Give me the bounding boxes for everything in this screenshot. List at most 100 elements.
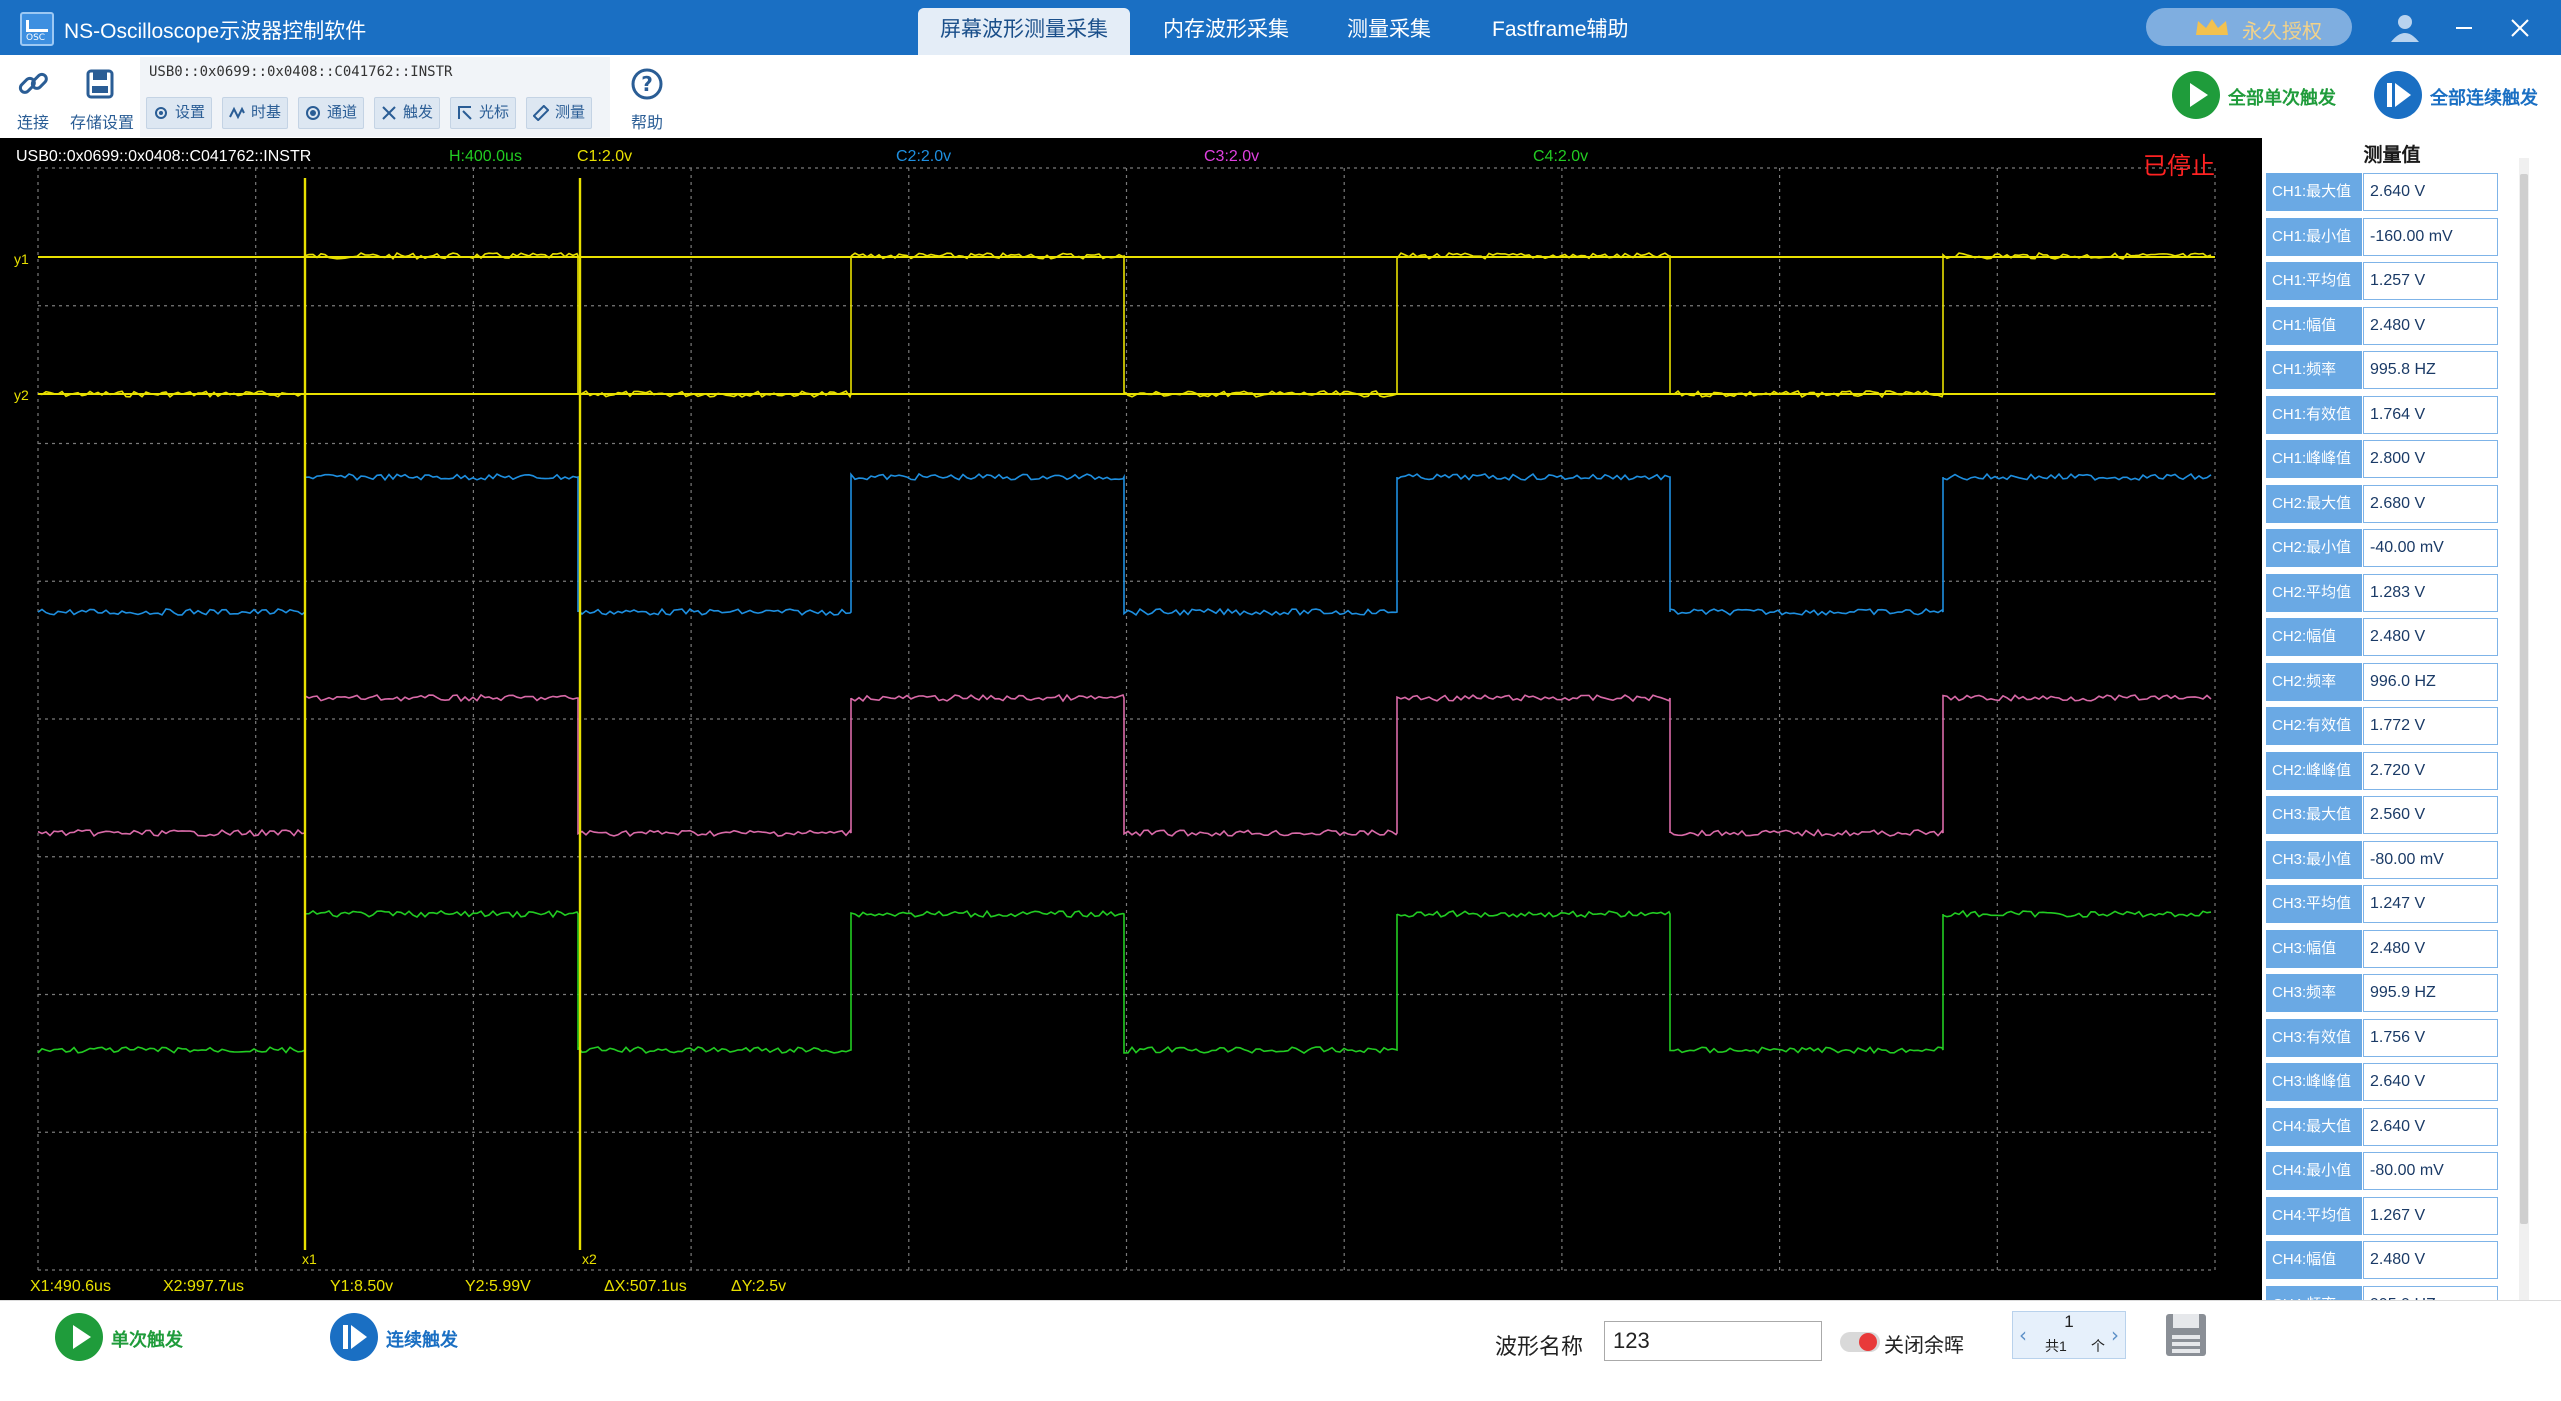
measurement-value: 1.764 V [2363, 395, 2498, 434]
waveform-display: y1 y2 x1 x2 [14, 167, 2216, 1271]
measurement-row: CH4:最大值 2.640 V [2262, 1105, 2522, 1150]
measurement-value: -40.00 mV [2363, 529, 2498, 567]
all-continuous-trigger-label: 全部连续触发 [2430, 88, 2538, 108]
link-icon [18, 72, 48, 94]
minimize-icon[interactable] [2444, 10, 2484, 46]
oscilloscope-screen[interactable]: y1 y2 x1 x2 USB0::0x0699::0x0408::C04176… [0, 138, 2262, 1300]
trigger-button[interactable]: 触发 [374, 97, 441, 129]
license-button[interactable]: 永久授权 [2146, 8, 2352, 46]
tab-fastframe[interactable]: Fastframe辅助 [1470, 8, 1651, 55]
channel-icon [306, 106, 320, 120]
play-icon [55, 1313, 103, 1361]
measure-label: 测量 [555, 104, 586, 121]
measurement-name: CH3:幅值 [2266, 929, 2362, 968]
measurement-row: CH1:有效值 1.764 V [2262, 393, 2522, 438]
close-icon[interactable] [2500, 10, 2540, 46]
connect-button[interactable]: 连接 [3, 63, 63, 133]
measurement-name: CH3:平均值 [2266, 885, 2362, 923]
measurement-value: 995.9 HZ [2363, 974, 2498, 1012]
settings-button[interactable]: 设置 [146, 97, 213, 129]
measurement-value: 1.756 V [2363, 1018, 2498, 1057]
continuous-play-icon [2374, 71, 2422, 119]
gear-icon [155, 107, 167, 119]
app-logo-icon: OSC [20, 12, 54, 46]
cursor-x1-label: x1 [302, 1251, 317, 1267]
tab-measurement-capture[interactable]: 测量采集 [1325, 8, 1453, 55]
cursor-y1-label: y1 [14, 251, 29, 267]
all-single-trigger-button[interactable]: 全部单次触发 [2172, 69, 2336, 123]
measurement-row: CH4:幅值 2.480 V [2262, 1238, 2522, 1283]
measure-button[interactable]: 测量 [526, 97, 593, 129]
timebase-button[interactable]: 时基 [222, 97, 289, 129]
channel-3-scale: C3:2.0v [1204, 148, 1260, 165]
settings-label: 设置 [175, 104, 206, 121]
measurement-value: 2.640 V [2363, 1063, 2498, 1101]
storage-settings-button[interactable]: 存储设置 [70, 63, 134, 133]
measurement-name: CH2:最大值 [2266, 484, 2362, 523]
measurement-list: CH1:最大值 2.640 V CH1:最小值 -160.00 mV CH1:平均值 1.… [2262, 170, 2522, 1327]
measurement-name: CH2:频率 [2266, 662, 2362, 701]
toolbar: 连接 存储设置 USB0::0x0699::0x0408::C041762::I… [0, 55, 2561, 138]
readout-x2: X2:997.7us [163, 1278, 244, 1295]
measurement-value: -80.00 mV [2363, 1152, 2498, 1190]
measurement-row: CH2:峰峰值 2.720 V [2262, 749, 2522, 794]
measurement-row: CH1:峰峰值 2.800 V [2262, 437, 2522, 482]
horizontal-scale: H:400.0us [449, 148, 522, 165]
measurement-panel: 测量值 CH1:最大值 2.640 V CH1:最小值 -160.00 mV CH1:平… [2262, 138, 2561, 1328]
grid [37, 167, 2216, 1271]
measurement-value: 1.772 V [2363, 707, 2498, 745]
page-total-unit: 个 [2091, 1338, 2105, 1354]
measurement-row: CH3:平均值 1.247 V [2262, 882, 2522, 927]
page-prev-icon[interactable]: ‹ [2013, 1312, 2033, 1358]
channel-2-scale: C2:2.0v [896, 148, 952, 165]
save-icon[interactable] [2163, 1311, 2209, 1359]
measurement-name: CH2:最小值 [2266, 529, 2362, 567]
measurement-name: CH2:有效值 [2266, 707, 2362, 745]
acquisition-status: 已停止 [2143, 153, 2215, 180]
measurement-name: CH1:频率 [2266, 351, 2362, 389]
cursor-button[interactable]: 光标 [450, 97, 517, 129]
continuous-trigger-button[interactable]: 连续触发 [330, 1311, 470, 1365]
page-next-icon[interactable]: › [2105, 1312, 2125, 1358]
measurement-name: CH3:最大值 [2266, 796, 2362, 834]
channel-button[interactable]: 通道 [298, 97, 365, 129]
cursor-label: 光标 [479, 104, 510, 121]
readout-y2: Y2:5.99V [465, 1278, 531, 1295]
measurement-row: CH2:有效值 1.772 V [2262, 704, 2522, 749]
measurement-value: 1.257 V [2363, 262, 2498, 300]
measurement-value: 2.680 V [2363, 484, 2498, 523]
measurement-row: CH1:平均值 1.257 V [2262, 259, 2522, 304]
help-label: 帮助 [630, 115, 663, 132]
page-total: 共1 [2045, 1338, 2067, 1354]
tab-screen-waveform[interactable]: 屏幕波形测量采集 [918, 8, 1130, 55]
persistence-toggle[interactable] [1840, 1332, 1880, 1352]
measurement-value: 2.480 V [2363, 1241, 2498, 1279]
single-trigger-button[interactable]: 单次触发 [55, 1311, 195, 1365]
scrollbar-thumb[interactable] [2520, 174, 2528, 1224]
tab-memory-waveform[interactable]: 内存波形采集 [1141, 8, 1311, 55]
readout-x1: X1:490.6us [30, 1278, 111, 1295]
ruler-icon [533, 105, 549, 121]
measurement-row: CH2:最小值 -40.00 mV [2262, 526, 2522, 571]
timebase-icon [229, 106, 245, 120]
single-trigger-label: 单次触发 [111, 1330, 183, 1350]
measurement-scrollbar[interactable] [2519, 158, 2529, 1318]
help-button[interactable]: ? 帮助 [617, 63, 677, 133]
readout-y1: Y1:8.50v [330, 1278, 394, 1295]
measurement-row: CH3:最大值 2.560 V [2262, 793, 2522, 838]
readout-delta-y: ΔY:2.5v [731, 1278, 787, 1295]
scope-device-address: USB0::0x0699::0x0408::C041762::INSTR [16, 148, 312, 165]
measurement-value: 2.480 V [2363, 618, 2498, 656]
measurement-value: 2.800 V [2363, 440, 2498, 478]
user-icon[interactable] [2385, 10, 2425, 46]
wave-name-input[interactable] [1604, 1321, 1822, 1361]
app-logo-text: OSC [26, 33, 46, 43]
all-continuous-trigger-button[interactable]: 全部连续触发 [2374, 69, 2539, 123]
measurement-value: 2.560 V [2363, 796, 2498, 834]
measurement-value: 1.247 V [2363, 885, 2498, 923]
measurement-name: CH4:最小值 [2266, 1152, 2362, 1190]
page-number[interactable]: 1 [2035, 1312, 2103, 1334]
measurement-name: CH3:有效值 [2266, 1018, 2362, 1057]
license-label: 永久授权 [2242, 21, 2322, 43]
device-address: USB0::0x0699::0x0408::C041762::INSTR [149, 64, 453, 80]
